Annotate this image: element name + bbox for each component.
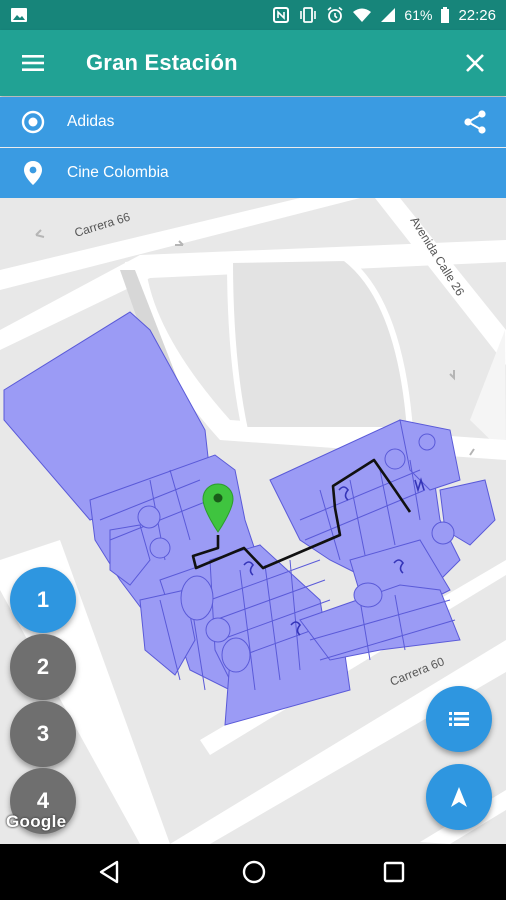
image-icon — [11, 8, 27, 22]
page-title: Gran Estación — [86, 50, 238, 75]
target-icon — [21, 110, 45, 134]
map-canvas[interactable]: Carrera 66 Avenida Calle 26 Carrera 60 — [0, 198, 506, 844]
menu-icon[interactable] — [20, 50, 46, 76]
share-icon[interactable] — [462, 109, 488, 135]
map-pin-icon — [24, 161, 42, 185]
origin-field[interactable]: Adidas — [0, 97, 506, 147]
floor-label: 1 — [36, 587, 50, 612]
list-icon — [449, 712, 469, 726]
destination-field[interactable]: Cine Colombia — [0, 148, 506, 198]
wifi-icon — [353, 8, 372, 22]
list-button[interactable] — [426, 686, 492, 752]
recents-icon[interactable] — [380, 858, 408, 886]
floor-button-3[interactable]: 3 — [10, 701, 76, 767]
clock: 22:26 — [458, 6, 496, 24]
close-icon[interactable] — [460, 48, 490, 78]
floor-button-2[interactable]: 2 — [10, 634, 76, 700]
home-icon[interactable] — [240, 858, 268, 886]
origin-label: Adidas — [67, 113, 115, 130]
battery-icon — [441, 7, 450, 23]
alarm-icon — [327, 6, 343, 23]
vibrate-icon — [300, 7, 317, 23]
battery-percent: 61% — [404, 7, 433, 23]
nfc-icon — [273, 7, 290, 23]
status-bar: 61% 22:26 — [0, 0, 506, 30]
indoor-map[interactable]: Carrera 66 Avenida Calle 26 Carrera 60 — [0, 198, 506, 844]
google-attribution: Google — [6, 812, 67, 831]
destination-label: Cine Colombia — [67, 164, 169, 181]
signal-icon — [381, 8, 396, 22]
back-icon[interactable] — [96, 858, 124, 886]
floor-button-1[interactable]: 1 — [10, 567, 76, 633]
navigate-button[interactable] — [426, 764, 492, 830]
navigation-arrow-icon — [451, 787, 467, 807]
floor-label: 3 — [36, 721, 50, 746]
floor-label: 4 — [36, 788, 50, 813]
floor-label: 2 — [36, 654, 50, 679]
system-nav-bar — [0, 844, 506, 900]
app-bar: Gran Estación — [0, 30, 506, 96]
